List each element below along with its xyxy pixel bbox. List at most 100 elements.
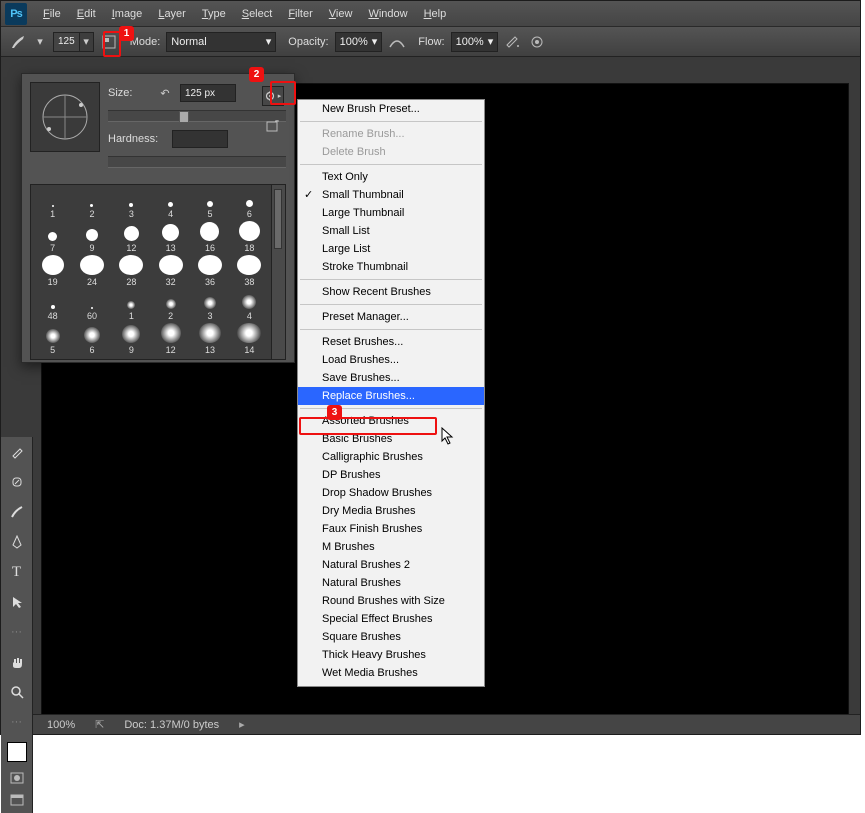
brush-preset[interactable]: 6 [230,187,269,221]
brush-preset[interactable]: 12 [112,221,151,255]
menu-window[interactable]: Window [360,5,415,23]
brush-preset[interactable]: 5 [190,187,229,221]
eyedropper-tool[interactable] [6,441,28,463]
brush-preset[interactable]: 9 [72,221,111,255]
menu-select[interactable]: Select [234,5,281,23]
hardness-slider[interactable] [108,156,286,168]
brush-preset[interactable]: 1 [33,187,72,221]
pressure-size-icon[interactable] [528,33,546,51]
menu-item-calligraphic-brushes[interactable]: Calligraphic Brushes [298,448,484,466]
brush-preset[interactable]: 38 [230,255,269,289]
brush-tip-preview[interactable] [30,82,100,152]
menu-item-thick-heavy-brushes[interactable]: Thick Heavy Brushes [298,646,484,664]
menu-image[interactable]: Image [104,5,151,23]
brush-preset[interactable]: 9 [112,323,151,357]
airbrush-icon[interactable] [504,33,522,51]
new-preset-icon[interactable] [264,118,282,134]
brush-preset[interactable]: 32 [151,255,190,289]
mode-select[interactable]: Normal ▾ [166,32,276,52]
menu-file[interactable]: File [35,5,69,23]
menu-item-save-brushes[interactable]: Save Brushes... [298,369,484,387]
brush-preset[interactable]: 4 [151,187,190,221]
brush-preset[interactable]: 13 [190,323,229,357]
menu-type[interactable]: Type [194,5,234,23]
pressure-opacity-icon[interactable] [388,33,406,51]
screen-mode-icon[interactable] [8,793,26,807]
brush-preset[interactable]: 19 [33,255,72,289]
menu-item-text-only[interactable]: Text Only [298,168,484,186]
color-swatch[interactable] [6,741,28,763]
flyout-arrow-icon[interactable]: ▸ [239,718,245,731]
expand-icon[interactable]: ⇱ [95,718,104,731]
hardness-label: Hardness: [108,133,166,145]
menu-item-large-thumbnail[interactable]: Large Thumbnail [298,204,484,222]
menu-item-m-brushes[interactable]: M Brushes [298,538,484,556]
hand-tool[interactable] [6,651,28,673]
brush-preset[interactable]: 16 [190,221,229,255]
menu-item-new-brush-preset[interactable]: New Brush Preset... [298,100,484,118]
scrollbar[interactable] [271,185,285,359]
brush-preset[interactable]: 36 [190,255,229,289]
brush-preset[interactable]: 5 [33,323,72,357]
size-input[interactable] [180,84,236,102]
menu-item-small-thumbnail[interactable]: Small Thumbnail [298,186,484,204]
brush-preset[interactable]: 2 [72,187,111,221]
menu-item-drop-shadow-brushes[interactable]: Drop Shadow Brushes [298,484,484,502]
menu-item-show-recent-brushes[interactable]: Show Recent Brushes [298,283,484,301]
size-slider[interactable] [108,110,286,122]
brush-preset[interactable]: 60 [72,289,111,323]
type-tool[interactable]: T [6,561,28,583]
zoom-tool[interactable] [6,681,28,703]
brush-preset[interactable]: 3 [112,187,151,221]
menu-item-wet-media-brushes[interactable]: Wet Media Brushes [298,664,484,682]
menu-item-load-brushes[interactable]: Load Brushes... [298,351,484,369]
menu-item-round-brushes-with-size[interactable]: Round Brushes with Size [298,592,484,610]
menu-item-faux-finish-brushes[interactable]: Faux Finish Brushes [298,520,484,538]
brush-preset[interactable]: 4 [230,289,269,323]
menu-filter[interactable]: Filter [280,5,320,23]
doc-info[interactable]: Doc: 1.37M/0 bytes [124,719,219,731]
menu-edit[interactable]: Edit [69,5,104,23]
hardness-input[interactable] [172,130,228,148]
tool-preset-dropdown[interactable]: ▾ [33,33,47,51]
brush-preset[interactable]: 3 [190,289,229,323]
scroll-thumb[interactable] [274,189,282,249]
brush-preset[interactable]: 7 [33,221,72,255]
brush-preset[interactable]: 18 [230,221,269,255]
menu-item-reset-brushes[interactable]: Reset Brushes... [298,333,484,351]
menu-item-special-effect-brushes[interactable]: Special Effect Brushes [298,610,484,628]
brush-preset[interactable]: 28 [112,255,151,289]
brush-tool[interactable] [6,501,28,523]
menu-item-small-list[interactable]: Small List [298,222,484,240]
opacity-field[interactable]: 100%▾ [335,32,383,52]
zoom-level[interactable]: 100% [47,719,75,731]
brush-preset[interactable]: 48 [33,289,72,323]
flow-field[interactable]: 100%▾ [451,32,499,52]
brush-preset[interactable]: 13 [151,221,190,255]
menu-item-dry-media-brushes[interactable]: Dry Media Brushes [298,502,484,520]
menu-layer[interactable]: Layer [150,5,194,23]
brush-preset[interactable]: 24 [72,255,111,289]
menu-item-dp-brushes[interactable]: DP Brushes [298,466,484,484]
pen-tool[interactable] [6,531,28,553]
path-select-tool[interactable] [6,591,28,613]
menu-item-replace-brushes[interactable]: Replace Brushes... [298,387,484,405]
brush-preset[interactable]: 2 [151,289,190,323]
brush-preset[interactable]: 6 [72,323,111,357]
brush-preset[interactable]: 1 [112,289,151,323]
menu-item-large-list[interactable]: Large List [298,240,484,258]
reset-size-icon[interactable]: ↶ [156,84,174,102]
menu-item-preset-manager[interactable]: Preset Manager... [298,308,484,326]
menu-item-natural-brushes-2[interactable]: Natural Brushes 2 [298,556,484,574]
brush-preset[interactable]: 14 [230,323,269,357]
callout-2: 2 [249,67,264,82]
brush-preset-dropdown[interactable]: 125 ▾ [53,32,94,52]
menu-item-stroke-thumbnail[interactable]: Stroke Thumbnail [298,258,484,276]
menu-view[interactable]: View [321,5,361,23]
menu-help[interactable]: Help [416,5,455,23]
quick-mask-icon[interactable] [8,771,26,785]
healing-brush-tool[interactable] [6,471,28,493]
brush-preset[interactable]: 12 [151,323,190,357]
menu-item-square-brushes[interactable]: Square Brushes [298,628,484,646]
menu-item-natural-brushes[interactable]: Natural Brushes [298,574,484,592]
